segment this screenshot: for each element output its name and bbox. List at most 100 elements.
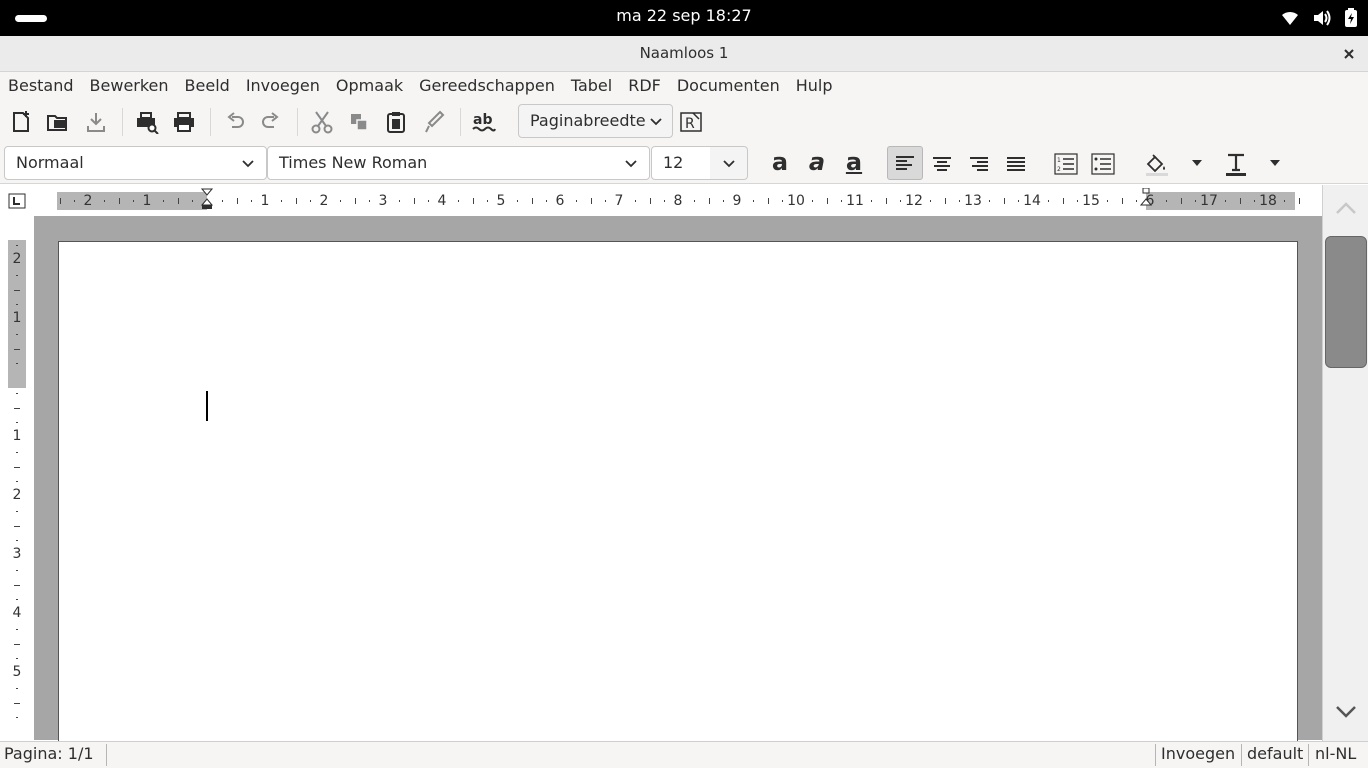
menu-documenten[interactable]: Documenten	[669, 72, 788, 100]
bulleted-list-button[interactable]	[1087, 148, 1119, 180]
justify-button[interactable]	[1000, 148, 1032, 180]
page-style[interactable]: default	[1243, 742, 1307, 768]
ruler-tick	[162, 200, 164, 202]
new-document-button[interactable]	[8, 108, 36, 136]
standard-toolbar: ab Paginabreedte R	[0, 100, 1368, 142]
font-color-dropdown-icon[interactable]	[1270, 160, 1280, 166]
font-size-dropdown-button[interactable]	[710, 146, 748, 180]
copy-button[interactable]	[345, 108, 373, 136]
menu-opmaak[interactable]: Opmaak	[328, 72, 411, 100]
vertical-scrollbar[interactable]	[1322, 185, 1368, 741]
underline-button[interactable]: a	[838, 148, 870, 180]
save-document-button[interactable]	[82, 108, 110, 136]
ruler-tick	[1195, 200, 1197, 202]
reference-button[interactable]: R	[677, 108, 705, 136]
insert-mode[interactable]: Invoegen	[1157, 742, 1239, 768]
document-language[interactable]: nl-NL	[1311, 742, 1360, 768]
cut-button[interactable]	[308, 108, 336, 136]
ruler-tick	[605, 200, 607, 202]
undo-button[interactable]	[221, 108, 249, 136]
ruler-tick	[546, 200, 548, 202]
ruler-label: 2	[12, 487, 22, 503]
align-left-button[interactable]	[887, 146, 923, 180]
ruler-tick	[590, 198, 592, 204]
ruler-label: 15	[1082, 193, 1100, 209]
vertical-ruler[interactable]: 2 1 1 2 3 4 5	[8, 240, 26, 740]
ruler-tick	[16, 481, 18, 483]
ruler-label: 3	[378, 193, 388, 209]
align-left-icon	[896, 156, 914, 170]
spellcheck-button[interactable]: ab	[470, 108, 498, 136]
align-right-button[interactable]	[963, 148, 995, 180]
status-bar: Pagina: 1/1 Invoegen default nl-NL	[0, 741, 1368, 768]
print-preview-icon	[137, 112, 159, 134]
align-center-icon	[933, 157, 951, 171]
numbered-list-button[interactable]: 12	[1050, 148, 1082, 180]
clone-formatting-button[interactable]	[420, 108, 448, 136]
font-color-button[interactable]	[1220, 148, 1252, 180]
menu-hulp[interactable]: Hulp	[788, 72, 841, 100]
ruler-label: 3	[12, 546, 22, 562]
open-document-button[interactable]	[44, 108, 72, 136]
menu-bestand[interactable]: Bestand	[0, 72, 82, 100]
bold-button[interactable]: a	[764, 148, 796, 180]
document-page[interactable]	[58, 241, 1298, 751]
highlight-color-button[interactable]	[1141, 148, 1173, 180]
close-window-icon[interactable]	[1340, 45, 1358, 63]
ruler-tick	[16, 599, 18, 601]
menu-bewerken[interactable]: Bewerken	[82, 72, 177, 100]
zoom-select[interactable]: Paginabreedte	[518, 104, 673, 138]
tab-stop-selector-icon[interactable]	[8, 193, 26, 209]
status-separator	[1308, 744, 1309, 766]
status-separator	[1241, 744, 1242, 766]
ruler-tick	[251, 200, 253, 202]
print-preview-button[interactable]	[133, 108, 161, 136]
indent-marker-icon[interactable]	[201, 188, 213, 210]
menu-invoegen[interactable]: Invoegen	[238, 72, 328, 100]
ruler-tick	[14, 525, 20, 527]
font-name-select[interactable]: Times New Roman	[267, 146, 650, 180]
italic-button[interactable]: a	[801, 148, 833, 180]
system-clock[interactable]: ma 22 sep 18:27	[0, 6, 1368, 25]
print-button[interactable]	[170, 108, 198, 136]
ruler-tick	[354, 198, 356, 204]
scroll-up-icon[interactable]	[1335, 201, 1357, 215]
menu-beeld[interactable]: Beeld	[177, 72, 238, 100]
ruler-tick	[782, 200, 784, 202]
paste-button[interactable]	[382, 108, 410, 136]
ruler-tick	[575, 200, 577, 202]
system-tray[interactable]	[1280, 8, 1358, 28]
ruler-label: 1	[260, 193, 270, 209]
menu-tabel[interactable]: Tabel	[563, 72, 620, 100]
open-folder-icon	[47, 115, 67, 131]
paintbrush-icon	[425, 110, 445, 133]
svg-text:ab: ab	[473, 112, 492, 128]
menu-gereedschappen[interactable]: Gereedschappen	[411, 72, 563, 100]
ruler-label: 8	[673, 193, 683, 209]
right-indent-marker-icon[interactable]	[1140, 188, 1152, 206]
reference-icon: R	[680, 112, 702, 132]
svg-text:2: 2	[1057, 166, 1061, 173]
align-center-button[interactable]	[926, 148, 958, 180]
font-size-input[interactable]: 12	[651, 146, 711, 180]
ruler-label: 11	[846, 193, 864, 209]
highlight-color-dropdown-icon[interactable]	[1192, 160, 1202, 166]
page-count[interactable]: Pagina: 1/1	[0, 742, 98, 768]
ruler-tick	[1283, 200, 1285, 202]
spellcheck-icon: ab	[472, 112, 496, 132]
scrollbar-thumb[interactable]	[1325, 236, 1367, 368]
menu-rdf[interactable]: RDF	[620, 72, 669, 100]
ruler-tick	[14, 407, 20, 409]
ruler-tick	[693, 200, 695, 202]
scroll-down-icon[interactable]	[1335, 705, 1357, 719]
redo-button[interactable]	[257, 108, 285, 136]
ruler-tick	[192, 200, 194, 202]
ruler-tick	[1106, 200, 1108, 202]
ruler-tick	[16, 717, 18, 719]
ruler-tick	[1180, 198, 1182, 204]
ruler-tick	[16, 333, 18, 335]
paragraph-style-value: Normaal	[16, 153, 84, 172]
horizontal-ruler[interactable]: 2 1 1 2 3 4 5 6 7 8 9 10 11 12 13 14 15 6 17 18	[57, 188, 1300, 210]
paragraph-style-select[interactable]: Normaal	[4, 146, 267, 180]
ruler-label: 2	[83, 193, 93, 209]
